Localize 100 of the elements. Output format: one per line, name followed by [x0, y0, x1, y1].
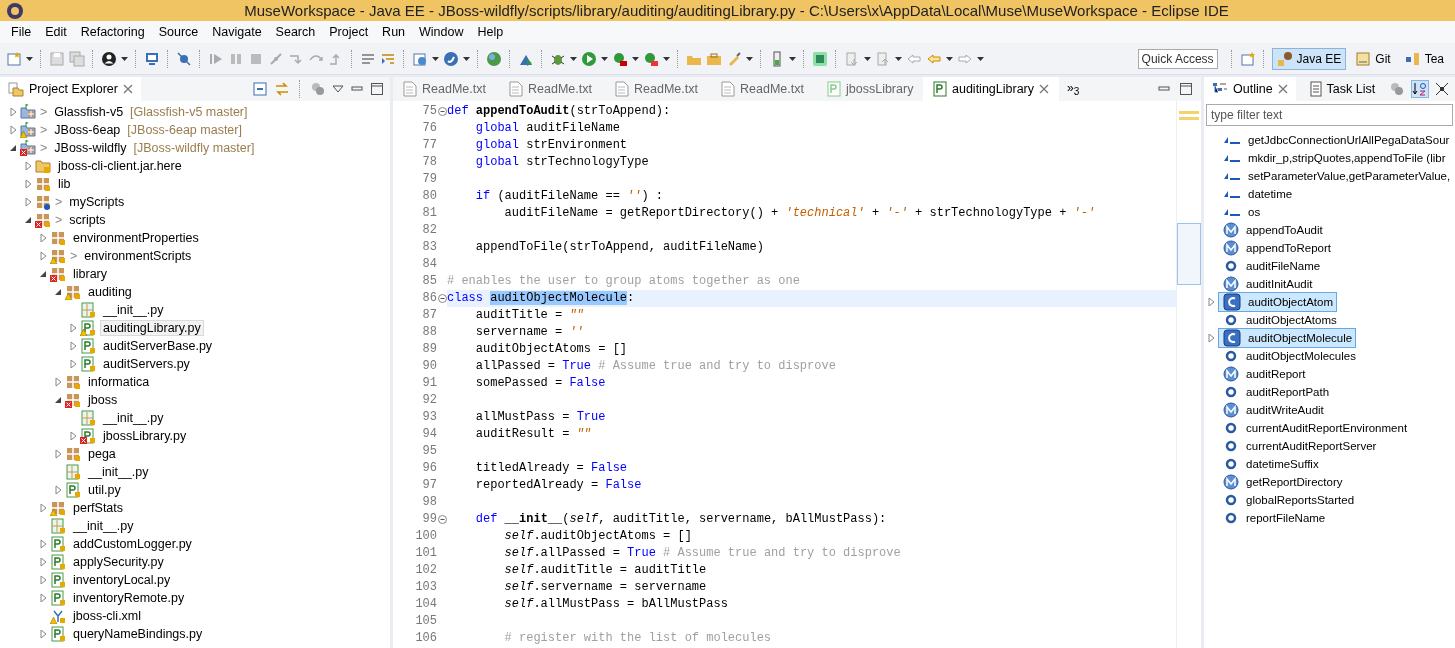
- caret-icon[interactable]: [632, 56, 639, 61]
- outline-item[interactable]: datetimeSuffix: [1218, 455, 1323, 473]
- outline-item[interactable]: appendToAudit: [1218, 221, 1327, 239]
- tree-item[interactable]: JBoss-wildfly: [51, 140, 130, 156]
- tree-item[interactable]: jboss-cli.xml: [70, 608, 145, 624]
- caret-icon[interactable]: [463, 56, 470, 61]
- outline-item[interactable]: getJdbcConnectionUrlAllPegaDataSour: [1218, 132, 1454, 148]
- outline-item[interactable]: auditObjectAtoms: [1218, 311, 1341, 329]
- outline-item[interactable]: appendToReport: [1218, 239, 1336, 257]
- tree-item[interactable]: perfStats: [70, 500, 127, 516]
- outline-item[interactable]: auditObjectAtom: [1218, 292, 1337, 312]
- caret-icon[interactable]: [946, 56, 953, 61]
- menu-item[interactable]: Search: [268, 25, 323, 39]
- tree-item[interactable]: auditServers.py: [100, 356, 193, 372]
- tree-item[interactable]: __init__.py: [100, 302, 167, 318]
- close-icon[interactable]: [122, 84, 133, 94]
- menu-item[interactable]: Edit: [38, 25, 74, 39]
- maximize-icon[interactable]: [1179, 82, 1193, 96]
- perspective-button[interactable]: Git: [1350, 47, 1396, 70]
- filter-icon[interactable]: [1389, 81, 1406, 97]
- tree-item[interactable]: auditing: [85, 284, 135, 300]
- tree-item[interactable]: jboss: [85, 392, 121, 408]
- tree-item[interactable]: queryNameBindings.py: [70, 626, 206, 642]
- tree-item[interactable]: JBoss-6eap: [51, 122, 124, 138]
- caret-icon[interactable]: [663, 56, 670, 61]
- caret-icon[interactable]: [432, 56, 439, 61]
- outline-item[interactable]: reportFileName: [1218, 509, 1330, 527]
- caret-icon[interactable]: [789, 56, 796, 61]
- caret-icon[interactable]: [977, 56, 984, 61]
- scrollbar-thumb[interactable]: [1177, 223, 1201, 285]
- quick-access-field[interactable]: Quick Access: [1137, 48, 1218, 69]
- collapse-all-icon[interactable]: [252, 81, 268, 97]
- outline-item[interactable]: auditReport: [1218, 365, 1310, 383]
- tree-item[interactable]: scripts: [66, 212, 109, 228]
- outline-item[interactable]: getReportDirectory: [1218, 473, 1347, 491]
- outline-item[interactable]: auditObjectMolecules: [1218, 347, 1360, 365]
- open-perspective-icon[interactable]: [1239, 50, 1256, 67]
- maximize-icon[interactable]: [370, 82, 384, 96]
- briefcase-icon[interactable]: [706, 50, 722, 67]
- skip-breakpoints-icon[interactable]: [176, 50, 192, 67]
- caret-icon[interactable]: [121, 56, 128, 61]
- external-tools-icon[interactable]: [643, 50, 659, 67]
- save-all-icon[interactable]: [69, 50, 85, 67]
- outline-item[interactable]: datetime: [1218, 186, 1297, 202]
- globe-icon[interactable]: [486, 50, 502, 67]
- panel-tab[interactable]: Outline: [1204, 77, 1296, 101]
- fold-icon[interactable]: [438, 107, 447, 116]
- outline-item[interactable]: globalReportsStarted: [1218, 491, 1359, 509]
- tree-item[interactable]: __init__.py: [100, 410, 167, 426]
- tree-item[interactable]: pega: [85, 446, 119, 462]
- editor-tab[interactable]: auditingLibrary: [923, 77, 1059, 101]
- tree-item[interactable]: jboss-cli-client.jar.here: [55, 158, 185, 174]
- outline-item[interactable]: currentAuditReportEnvironment: [1218, 419, 1412, 437]
- editor-tab[interactable]: jbossLibrary: [817, 77, 923, 101]
- tree-item[interactable]: myScripts: [66, 194, 128, 210]
- outline-item[interactable]: auditObjectMolecule: [1218, 328, 1357, 348]
- outline-item[interactable]: auditReportPath: [1218, 383, 1334, 401]
- caret-icon[interactable]: [895, 56, 902, 61]
- tree-item[interactable]: applySecurity.py: [70, 554, 167, 570]
- tree-item[interactable]: __init__.py: [85, 464, 152, 480]
- tree-item[interactable]: inventoryRemote.py: [70, 590, 188, 606]
- save-icon[interactable]: [49, 50, 65, 67]
- menu-item[interactable]: Source: [151, 25, 206, 39]
- web-service-icon[interactable]: [443, 50, 459, 67]
- close-icon[interactable]: [1277, 84, 1288, 94]
- disconnect-icon[interactable]: [268, 50, 284, 67]
- filter-icon[interactable]: [310, 81, 326, 97]
- menu-item[interactable]: Run: [375, 25, 413, 39]
- fold-icon[interactable]: [438, 515, 447, 524]
- monitor-icon[interactable]: [144, 50, 160, 67]
- outline-item[interactable]: os: [1218, 204, 1265, 220]
- collapse-icon[interactable]: [1435, 82, 1450, 96]
- tree-item[interactable]: __init__.py: [70, 518, 137, 534]
- editor-tab[interactable]: ReadMe.txt: [605, 77, 711, 101]
- tree-item[interactable]: util.py: [85, 482, 124, 498]
- run-icon[interactable]: [581, 50, 597, 67]
- outline-item[interactable]: auditFileName: [1218, 257, 1325, 275]
- menu-item[interactable]: Window: [412, 25, 471, 39]
- caret-icon[interactable]: [746, 56, 753, 61]
- caret-icon[interactable]: [864, 56, 871, 61]
- tree-item[interactable]: addCustomLogger.py: [70, 536, 195, 552]
- tree-item[interactable]: lib: [55, 176, 74, 192]
- caret-icon[interactable]: [570, 56, 577, 61]
- view-menu-icon[interactable]: [332, 85, 344, 93]
- outline-item[interactable]: mkdir_p,stripQuotes,appendToFile (libr: [1218, 150, 1450, 166]
- run-coverage-icon[interactable]: [612, 50, 628, 67]
- menu-item[interactable]: Project: [322, 25, 376, 39]
- tree-item[interactable]: Glassfish-v5: [51, 104, 127, 120]
- filter-field[interactable]: type filter text: [1206, 104, 1453, 126]
- perspective-button[interactable]: Tea: [1399, 47, 1449, 70]
- editor-tab[interactable]: ReadMe.txt: [393, 77, 499, 101]
- caret-icon[interactable]: [601, 56, 608, 61]
- tree-item[interactable]: informatica: [85, 374, 153, 390]
- tree-item[interactable]: auditingLibrary.py: [100, 320, 204, 336]
- panel-tab[interactable]: Project Explorer: [0, 77, 141, 101]
- editor-tab[interactable]: ReadMe.txt: [499, 77, 605, 101]
- caret-icon[interactable]: [26, 56, 33, 61]
- menu-item[interactable]: Navigate: [205, 25, 269, 39]
- tree-item[interactable]: jbossLibrary.py: [100, 428, 190, 444]
- fold-icon[interactable]: [438, 294, 447, 303]
